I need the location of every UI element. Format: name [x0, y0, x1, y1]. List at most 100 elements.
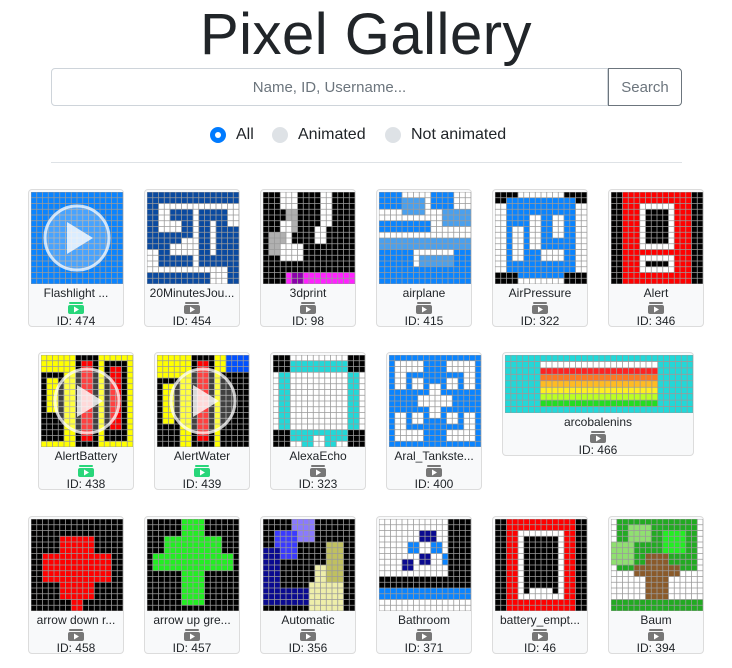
page-title: Pixel Gallery	[199, 2, 533, 67]
gallery-item[interactable]: AlertWater ID: 439	[154, 352, 250, 491]
gallery-item[interactable]: 3dprint ID: 98	[260, 189, 356, 328]
pixel-art-thumbnail[interactable]	[157, 355, 249, 447]
pixel-art-thumbnail[interactable]	[263, 192, 355, 284]
pixel-art-thumbnail[interactable]	[495, 192, 587, 284]
gallery-item[interactable]: arcobalenins ID: 466	[502, 352, 694, 457]
filter-not-animated-label: Not animated	[411, 126, 507, 143]
pixel-art-thumbnail[interactable]	[495, 519, 587, 611]
gallery-item-id: ID: 356	[288, 641, 328, 655]
animation-filter: All Animated Not animated	[0, 124, 732, 146]
gallery-item[interactable]: arrow down r... ID: 458	[28, 516, 124, 655]
gallery-item-name: Aral_Tankste...	[394, 449, 474, 463]
static-badge-icon	[532, 301, 548, 314]
pixel-art-thumbnail[interactable]	[147, 192, 239, 284]
static-badge-icon	[184, 301, 200, 314]
static-badge-icon	[426, 464, 442, 477]
filter-all-option[interactable]: All	[210, 124, 254, 146]
gallery-item-name: AlexaEcho	[289, 449, 347, 463]
gallery-item[interactable]: Alert ID: 346	[608, 189, 704, 328]
gallery-item-id: ID: 98	[291, 314, 324, 328]
search-input[interactable]	[51, 68, 608, 106]
static-badge-icon	[648, 628, 664, 641]
play-overlay-icon	[43, 204, 111, 272]
gallery-item-name: arrow up gre...	[153, 613, 231, 627]
search-button[interactable]: Search	[608, 68, 682, 106]
pixel-art-thumbnail[interactable]	[379, 519, 471, 611]
filter-not-animated-radio[interactable]	[385, 127, 401, 143]
gallery-item-name: Bathroom	[397, 613, 451, 627]
gallery-item-name: arcobalenins	[563, 415, 633, 429]
search-bar: Search	[51, 68, 682, 106]
gallery-item[interactable]: Automatic ID: 356	[260, 516, 356, 655]
gallery-item[interactable]: arrow up gre... ID: 457	[144, 516, 240, 655]
filter-animated-radio[interactable]	[272, 127, 288, 143]
pixel-art-thumbnail[interactable]	[611, 192, 703, 284]
pixel-art-thumbnail[interactable]	[611, 519, 703, 611]
gallery-item-name: Automatic	[281, 613, 335, 627]
pixel-art-thumbnail[interactable]	[273, 355, 365, 447]
filter-all-label: All	[236, 126, 254, 143]
gallery-item[interactable]: 20MinutesJou... ID: 454	[144, 189, 240, 328]
static-badge-icon	[648, 301, 664, 314]
static-badge-icon	[416, 301, 432, 314]
pixel-art-thumbnail[interactable]	[31, 519, 123, 611]
gallery-item-id: ID: 323	[298, 477, 338, 491]
gallery-item[interactable]: Flashlight ... ID: 474	[28, 189, 124, 328]
gallery-item-id: ID: 415	[404, 314, 444, 328]
static-badge-icon	[300, 301, 316, 314]
animated-badge-icon	[68, 301, 84, 314]
gallery-item-name: 3dprint	[289, 286, 327, 300]
gallery-item-name: battery_empt...	[499, 613, 581, 627]
gallery-item-id: ID: 322	[520, 314, 560, 328]
static-badge-icon	[532, 628, 548, 641]
play-overlay-icon	[169, 367, 237, 435]
filter-animated-option[interactable]: Animated	[272, 124, 366, 146]
gallery-item-name: Alert	[643, 286, 669, 300]
gallery-item[interactable]: Bathroom ID: 371	[376, 516, 472, 655]
pixel-art-thumbnail[interactable]	[41, 355, 133, 447]
gallery-item[interactable]: Baum ID: 394	[608, 516, 704, 655]
gallery-item-id: ID: 438	[66, 477, 106, 491]
pixel-art-thumbnail[interactable]	[505, 355, 693, 413]
static-badge-icon	[184, 628, 200, 641]
gallery-item-name: airplane	[402, 286, 446, 300]
gallery-item[interactable]: battery_empt... ID: 46	[492, 516, 588, 655]
static-badge-icon	[416, 628, 432, 641]
gallery-item-name: Baum	[640, 613, 672, 627]
gallery-item-name: AlertWater	[173, 449, 231, 463]
filter-animated-label: Animated	[298, 126, 366, 143]
gallery-item-name: AlertBattery	[54, 449, 118, 463]
gallery-item-name: Flashlight ...	[43, 286, 109, 300]
static-badge-icon	[68, 628, 84, 641]
pixel-art-thumbnail[interactable]	[147, 519, 239, 611]
gallery-item-id: ID: 371	[404, 641, 444, 655]
pixel-art-thumbnail[interactable]	[31, 192, 123, 284]
gallery-item-id: ID: 454	[172, 314, 212, 328]
gallery-item-id: ID: 439	[182, 477, 222, 491]
animated-badge-icon	[194, 464, 210, 477]
filter-not-animated-option[interactable]: Not animated	[385, 124, 506, 146]
gallery-item-name: 20MinutesJou...	[149, 286, 235, 300]
gallery-item[interactable]: airplane ID: 415	[376, 189, 472, 328]
gallery-item-id: ID: 346	[636, 314, 676, 328]
gallery-item-name: arrow down r...	[36, 613, 116, 627]
pixel-art-thumbnail[interactable]	[389, 355, 481, 447]
gallery-item[interactable]: AlexaEcho ID: 323	[270, 352, 366, 491]
gallery-item[interactable]: AlertBattery ID: 438	[38, 352, 134, 491]
gallery-item-id: ID: 46	[523, 641, 556, 655]
pixel-art-thumbnail[interactable]	[263, 519, 355, 611]
static-badge-icon	[300, 628, 316, 641]
pixel-art-thumbnail[interactable]	[379, 192, 471, 284]
divider	[51, 162, 682, 163]
gallery-item-id: ID: 400	[414, 477, 454, 491]
static-badge-icon	[310, 464, 326, 477]
gallery-item-id: ID: 474	[56, 314, 96, 328]
filter-all-radio[interactable]	[210, 127, 226, 143]
gallery-item[interactable]: Aral_Tankste... ID: 400	[386, 352, 482, 491]
static-badge-icon	[590, 430, 606, 443]
animated-badge-icon	[78, 464, 94, 477]
gallery-item[interactable]: AirPressure ID: 322	[492, 189, 588, 328]
play-overlay-icon	[53, 367, 121, 435]
gallery-item-id: ID: 457	[172, 641, 212, 655]
gallery-item-name: AirPressure	[508, 286, 572, 300]
